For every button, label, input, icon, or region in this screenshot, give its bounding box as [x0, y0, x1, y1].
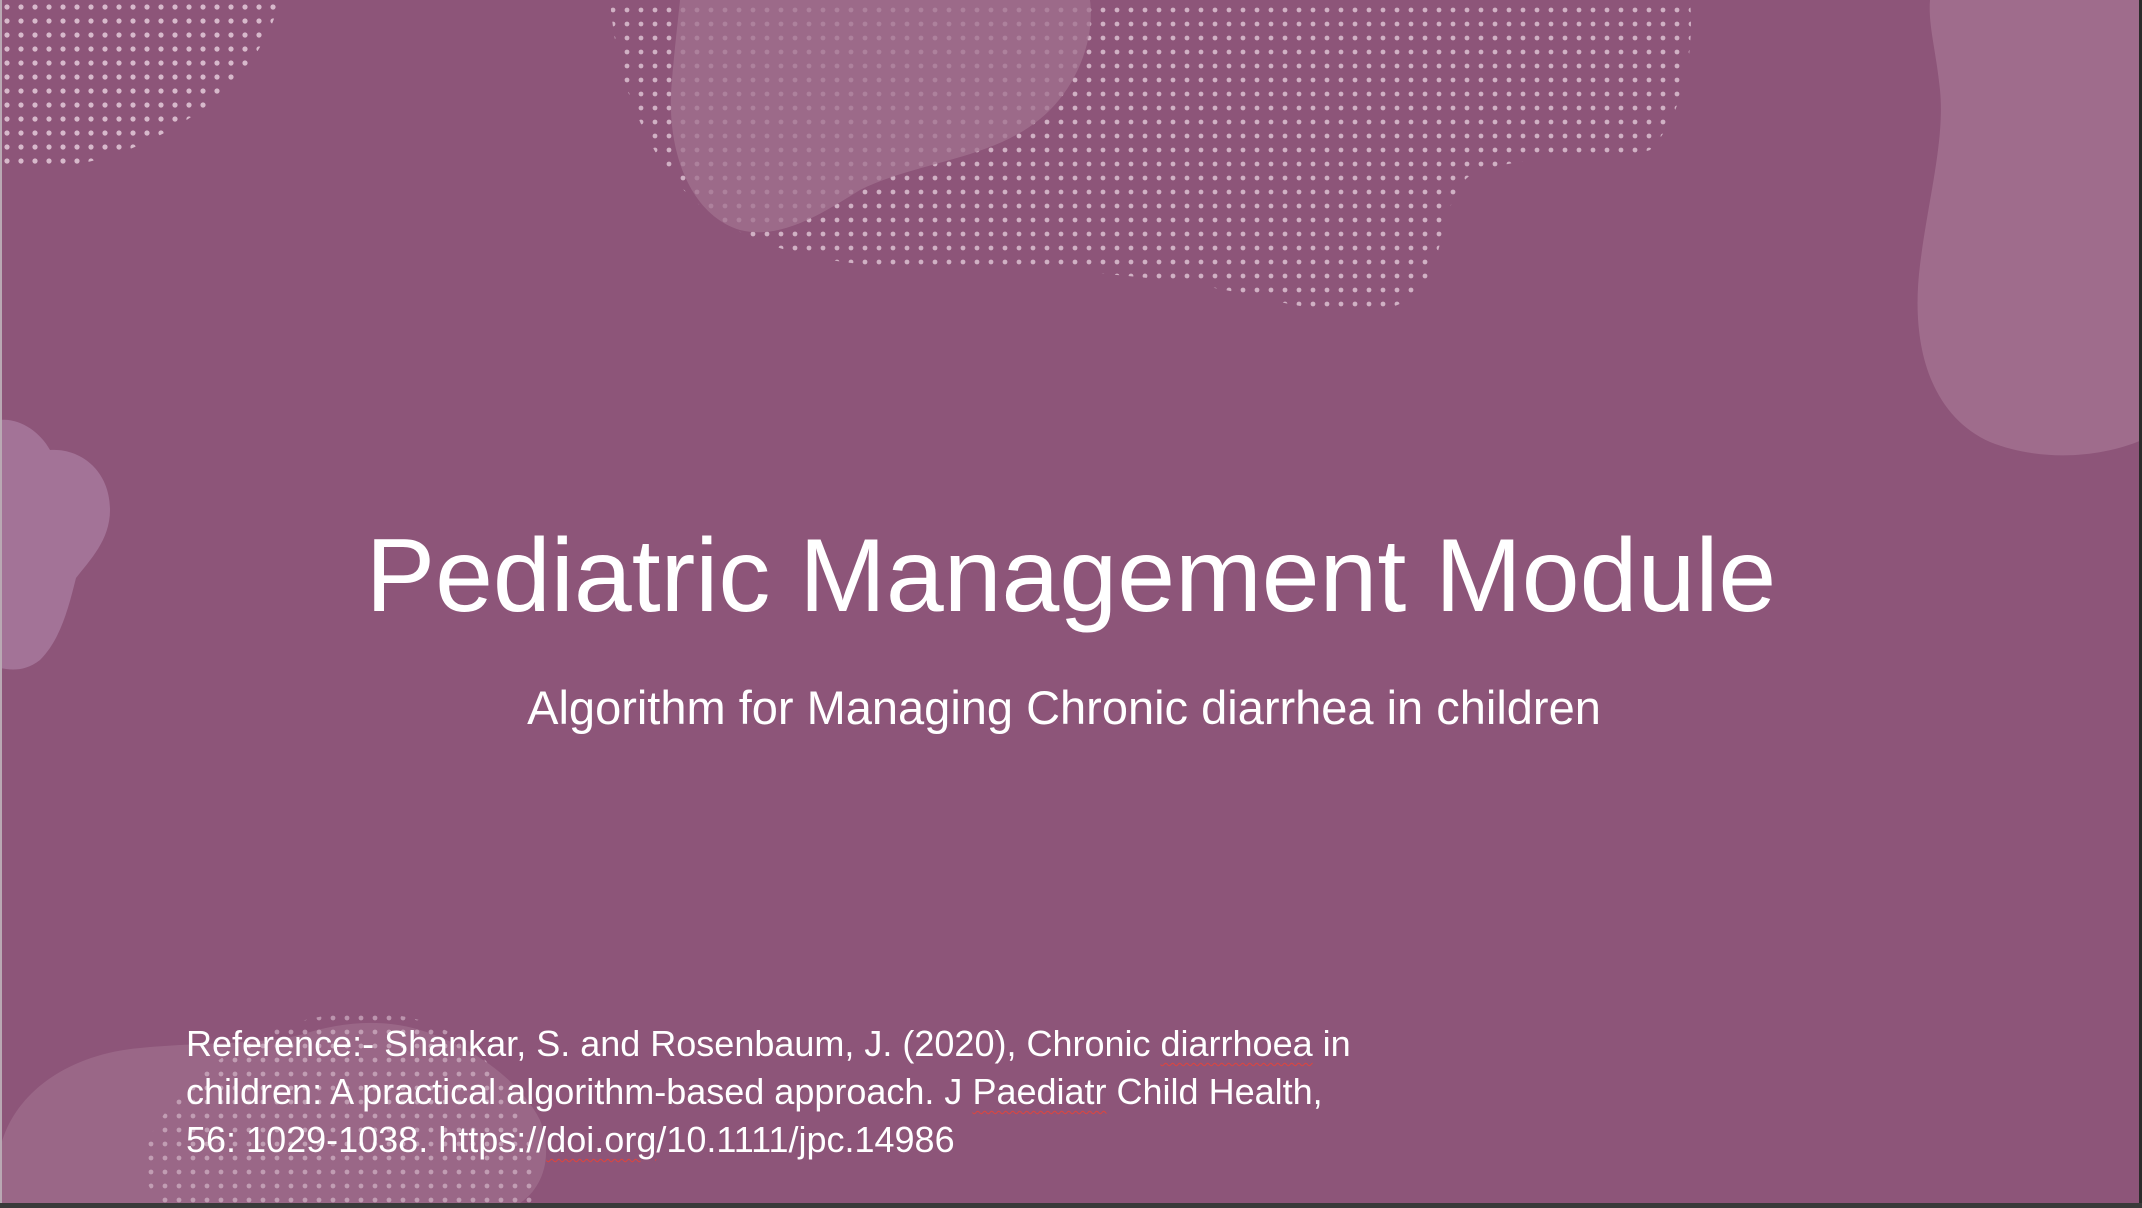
slide-left-border	[0, 0, 2, 1203]
window-bottom-edge	[0, 1203, 2142, 1208]
reference-citation[interactable]: Reference:- Shankar, S. and Rosenbaum, J…	[186, 1020, 1466, 1164]
spellcheck-word: doi.org	[546, 1119, 657, 1160]
blob-right	[1917, 0, 2142, 456]
slide-title[interactable]: Pediatric Management Module	[0, 520, 2142, 632]
spellcheck-word: diarrhoea	[1160, 1023, 1313, 1064]
slide-subtitle[interactable]: Algorithm for Managing Chronic diarrhea …	[0, 680, 2128, 736]
spellcheck-word: Paediatr	[972, 1071, 1107, 1112]
dot-pattern-top-left	[0, 0, 280, 170]
slide-canvas[interactable]: Pediatric Management Module Algorithm fo…	[0, 0, 2142, 1203]
reference-text: /10.1111/jpc.14986	[656, 1119, 955, 1160]
reference-text: Reference:- Shankar, S. and Rosenbaum, J…	[186, 1023, 1161, 1064]
